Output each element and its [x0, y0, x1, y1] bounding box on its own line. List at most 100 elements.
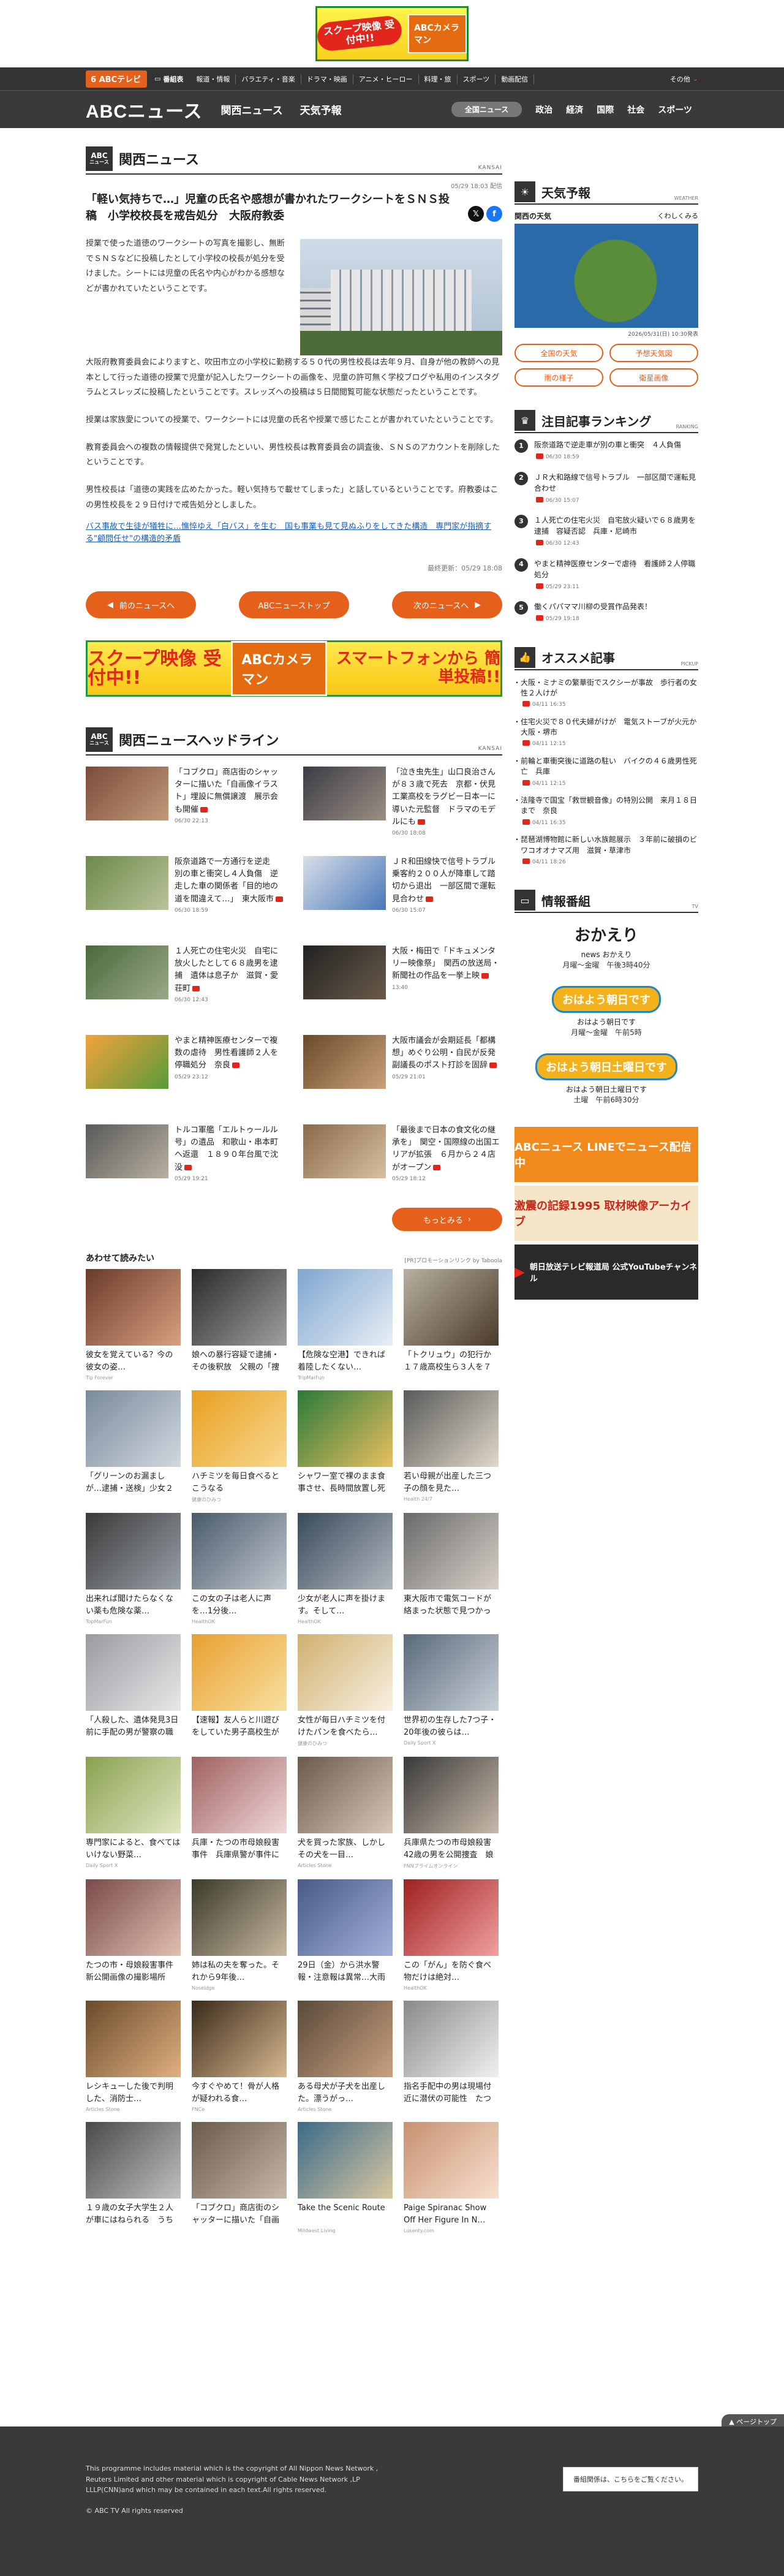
- abc-news-logo[interactable]: ABCニュース: [86, 96, 203, 123]
- headline-thumb: [303, 767, 386, 821]
- recommended-item[interactable]: 出来れば聞けたらなくない薬も危険な薬… TopMarFun: [86, 1513, 181, 1624]
- cat-international[interactable]: 国際: [597, 104, 614, 116]
- headline-item[interactable]: １人死亡の住宅火災 自宅に放火したとして６８歳男を逮捕 遺体は息子か 滋賀・愛荘…: [86, 945, 285, 1023]
- ranking-item[interactable]: 3 １人死亡の住宅火災 自宅放火疑いで６８歳男を逮捕 容疑否認 兵庫・尼崎市 06…: [514, 515, 698, 548]
- cat-sports[interactable]: スポーツ: [658, 104, 692, 116]
- recommended-caption: この「がん」を防ぐ食べ物だけは絶対…: [404, 1961, 492, 1982]
- headline-item[interactable]: 阪奈道路で一方通行を逆走 別の車と衝突し４人負傷 逆走した車の関係者「目的地の道…: [86, 856, 285, 933]
- related-article-link[interactable]: バス事故で生徒が犠牲に…憔悴ゆえ「白バス」を生む 国も事業も見て見ぬふりをしてき…: [86, 521, 502, 547]
- recommended-item[interactable]: 女性が毎日ハチミツを付けたパンを食べたら… 健康のひみつ: [298, 1634, 393, 1747]
- headline-item[interactable]: ＪＲ和田線快で信号トラブル 乗客約２００人が降車して踏切から退出 一部区間で運転…: [303, 856, 503, 933]
- cat-society[interactable]: 社会: [627, 104, 644, 116]
- headline-item[interactable]: 「泣き虫先生」山口良治さんが８３歳で死去 京都・伏見工業高校をラグビー日本一に導…: [303, 767, 502, 844]
- nav-item[interactable]: アニメ・ヒーロー: [353, 74, 419, 84]
- pickup-item[interactable]: 大阪・ミナミの繁華街でスクシーが事故 歩行者の女性２人けが 04/11 16:3…: [513, 678, 698, 710]
- headline-item[interactable]: 「コブクロ」商店街のシャッターに描いた「自画像イラスト」埋設に無償譲渡 展示会も…: [86, 767, 285, 844]
- recommended-item[interactable]: 今すぐやめて！骨が人格が疑われる食… FNCe: [192, 2001, 287, 2112]
- recommended-item[interactable]: ある母犬が子犬を出産した。漂うがっ… Articles Stone: [298, 2001, 393, 2112]
- archive-banner[interactable]: 激震の記録1995 取材映像アーカイブ: [514, 1186, 698, 1241]
- recommended-item[interactable]: Take the Scenic Route Mildwest Living: [298, 2122, 393, 2233]
- abc-tv-logo[interactable]: 6 ABCテレビ: [86, 70, 147, 88]
- taboola-label[interactable]: [PR]プロモーションリンク by Taboola: [404, 1256, 502, 1264]
- recommended-item[interactable]: ハチミツを毎日食べるとこうなる 健康のひみつ: [192, 1390, 287, 1503]
- recommended-item[interactable]: たつの市・母娘殺害事件 新公開画像の撮影場所は…: [86, 1879, 181, 1991]
- headline-item[interactable]: トルコ軍艦「エルトゥールル号」の遺品 和歌山・串本町へ返還 １８９０年台風で沈没…: [86, 1124, 285, 1202]
- recommended-item[interactable]: シャワー室で裸のまま食事させ、長時間放置し死亡させた…: [298, 1390, 393, 1503]
- top-banner[interactable]: スクープ映像 受付中!! ABCカメラマン: [0, 0, 784, 67]
- pickup-item[interactable]: 琵琶湖博物館に新しい水族館展示 ３年前に破損のビワコオオナマズ用 滋賀・草津市 …: [513, 835, 698, 866]
- ranking-item[interactable]: 5 働くパパママ川柳の受賞作品発表！ 05/29 19:18: [514, 601, 698, 624]
- weather-button[interactable]: 全国の天気: [514, 344, 603, 362]
- recommended-item[interactable]: 「トクリュウ」の犯行か １７歳高校生ら３人を７０代女…: [404, 1269, 499, 1381]
- recommended-item[interactable]: この「がん」を防ぐ食べ物だけは絶対… HealthOK: [404, 1879, 499, 1991]
- program-item[interactable]: おはよう朝日土曜日です おはよう朝日土曜日です 土曜 午前6時30分: [514, 1053, 698, 1105]
- recommended-item[interactable]: １９歳の女子大学生２人が車にはねられる うち１人が重…: [86, 2122, 181, 2233]
- headline-item[interactable]: 大阪市議会が会期延長「都構想」めぐり公明・自民が反発 副議長のポスト打診を固辞 0…: [303, 1035, 503, 1112]
- pickup-item[interactable]: 法隆寺で国宝「救世観音像」の特別公開 来月１８日まで 奈良 04/11 16:3…: [513, 795, 698, 827]
- video-icon: [522, 740, 530, 746]
- next-news-button[interactable]: 次のニュースへ ▶: [392, 591, 502, 619]
- article-body: 授業で使った道徳のワークシートの写真を撮影し、無断でＳＮＳなどに投稿したとして小…: [86, 237, 502, 546]
- line-banner[interactable]: ABCニュース LINEでニュース配信中: [514, 1127, 698, 1183]
- recommended-item[interactable]: 兵庫県たつの市母娘殺害 42歳の男を公開捜査 娘への殺… FNNプライムオンライン: [404, 1757, 499, 1869]
- facebook-share-icon[interactable]: f: [486, 206, 502, 222]
- headline-item[interactable]: 大阪・梅田で「ドキュメンタリー映像祭」 関西の放送局・新聞社の作品を一挙上映 13…: [303, 945, 502, 1023]
- headline-item[interactable]: 「最後まで日本の食文化の継承を」 関空・国際線の出国エリアが拡張 ６月から２４店…: [303, 1124, 502, 1202]
- nav-item[interactable]: 動画配信: [496, 74, 535, 84]
- recommended-item[interactable]: 【危険な空港】できれば着陸したくない… TripMarFun: [298, 1269, 393, 1381]
- cat-economy[interactable]: 経済: [566, 104, 583, 116]
- headline-item[interactable]: やまと精神医療センターで複数の虐待 男性看護師２人を停職処分 奈良 05/29 2…: [86, 1035, 285, 1112]
- recommended-item[interactable]: レシキューした後で判明した、消防士… Articles Stone: [86, 2001, 181, 2112]
- recommended-item[interactable]: Paige Spiranac Show Off Her Figure In N……: [404, 2122, 499, 2233]
- program-item[interactable]: おかえり news おかえり 月曜～金曜 午後3時40分: [514, 923, 698, 970]
- recommended-item[interactable]: 専門家によると、食べてはいけない野菜… Daily Sport X: [86, 1757, 181, 1869]
- recommended-item[interactable]: 東大阪市で電気コードが絡まった状態で見つかった遺体の…: [404, 1513, 499, 1624]
- nav-item[interactable]: 料理・旅: [419, 74, 458, 84]
- nav-item[interactable]: スポーツ: [458, 74, 496, 84]
- recommended-item[interactable]: 姉は私の夫を奪った。それから9年後… Noseldge: [192, 1879, 287, 1991]
- recommended-item[interactable]: この女の子は老人に声を…1分後… HealthOK: [192, 1513, 287, 1624]
- cat-national[interactable]: 全国ニュース: [451, 102, 522, 117]
- pickup-item[interactable]: 前輪と車衝突後に道路の駐い バイクの４６歳男性死亡 兵庫 04/11 12:15: [513, 756, 698, 788]
- recommended-item[interactable]: 【速報】友人らと川遊びをしていた男子高校生が死亡…: [192, 1634, 287, 1747]
- recommended-item[interactable]: 世界初の生存した7つ子・20年後の彼らは… Daily Sport X: [404, 1634, 499, 1747]
- tab-kansai-news[interactable]: 関西ニュース: [221, 102, 283, 117]
- scoop-banner[interactable]: スクープ映像 受付中!! ABCカメラマン スマートフォンから 簡単投稿!!: [86, 640, 502, 697]
- recommended-item[interactable]: 少女が老人に声を掛けます。そして… HealthOK: [298, 1513, 393, 1624]
- other-menu[interactable]: その他 ⌄: [670, 74, 698, 84]
- video-icon: [192, 985, 200, 991]
- tv-guide-link[interactable]: ▭ 番組表: [147, 74, 190, 84]
- weather-button[interactable]: 予想天気図: [609, 344, 698, 362]
- prev-news-button[interactable]: ◀ 前のニュースへ: [86, 591, 196, 619]
- ranking-item[interactable]: 4 やまと精神医療センターで虐待 看護師２人停職処分 05/29 23:11: [514, 558, 698, 592]
- recommended-source: HealthOK: [192, 1619, 215, 1625]
- nav-item[interactable]: ドラマ・映画: [301, 74, 353, 84]
- recommended-item[interactable]: 「グリーンのお漏ましが…逮捕・送検」少女２人に何…: [86, 1390, 181, 1503]
- x-share-icon[interactable]: 𝕏: [468, 206, 484, 222]
- ranking-item[interactable]: 2 ＪＲ大和路線で信号トラブル 一部区間で運転見合わせ 06/30 15:07: [514, 471, 698, 506]
- tab-weather[interactable]: 天気予報: [300, 102, 342, 117]
- weather-map[interactable]: [514, 224, 698, 328]
- cat-politics[interactable]: 政治: [535, 104, 552, 116]
- recommended-item[interactable]: 彼女を覚えている？今の彼女の姿… Tip Forever: [86, 1269, 181, 1381]
- recommended-item[interactable]: 29日（金）から洪水警報・注意報は異常…大雨警報…: [298, 1879, 393, 1991]
- recommended-item[interactable]: 娘への暴行容疑で逮捕・その後釈放 父親の「捜査」全文: [192, 1269, 287, 1381]
- recommended-item[interactable]: 若い母親が出産した三つ子の顔を見た… Health 24/7: [404, 1390, 499, 1503]
- nav-item[interactable]: バラエティ・音楽: [236, 74, 301, 84]
- program-contact-link[interactable]: 番組関係は、こちらをご覧ください。: [563, 2467, 698, 2491]
- pickup-item[interactable]: 住宅火災で８０代夫婦がけが 電気ストーブが火元か 大阪・堺市 04/11 12:…: [513, 717, 704, 749]
- recommended-item[interactable]: 兵庫・たつの市母娘殺害事件 兵庫県警が事件に公開した…: [192, 1757, 287, 1869]
- youtube-banner[interactable]: ▶ 朝日放送テレビ報道局 公式YouTubeチャンネル: [514, 1244, 698, 1300]
- ranking-item[interactable]: 1 阪奈道路で逆走車が別の車と衝突 ４人負傷 06/30 18:59: [514, 439, 698, 462]
- weather-more-link[interactable]: くわしくみる: [658, 211, 698, 221]
- weather-button[interactable]: 雨の様子: [514, 368, 603, 387]
- more-headlines-button[interactable]: もっとみる ›: [392, 1208, 502, 1232]
- recommended-item[interactable]: 指名手配中の男は現場付近に潜伏の可能性 たつの市母娘…: [404, 2001, 499, 2112]
- recommended-item[interactable]: 犬を買った家族、しかしその犬を一目… Articles Stone: [298, 1757, 393, 1869]
- weather-button[interactable]: 衛星画像: [609, 368, 698, 387]
- recommended-item[interactable]: 「コブクロ」商店街のシャッターに描いた「自画像イラス…: [192, 2122, 287, 2233]
- program-item[interactable]: おはよう朝日です おはよう朝日です 月曜～金曜 午前5時: [514, 986, 698, 1037]
- recommended-item[interactable]: 「人殺した、遺体発見3日前に手配の男が警察の職務質問…: [86, 1634, 181, 1747]
- nav-item[interactable]: 報道・情報: [190, 74, 236, 84]
- news-top-button[interactable]: ABCニューストップ: [239, 591, 349, 619]
